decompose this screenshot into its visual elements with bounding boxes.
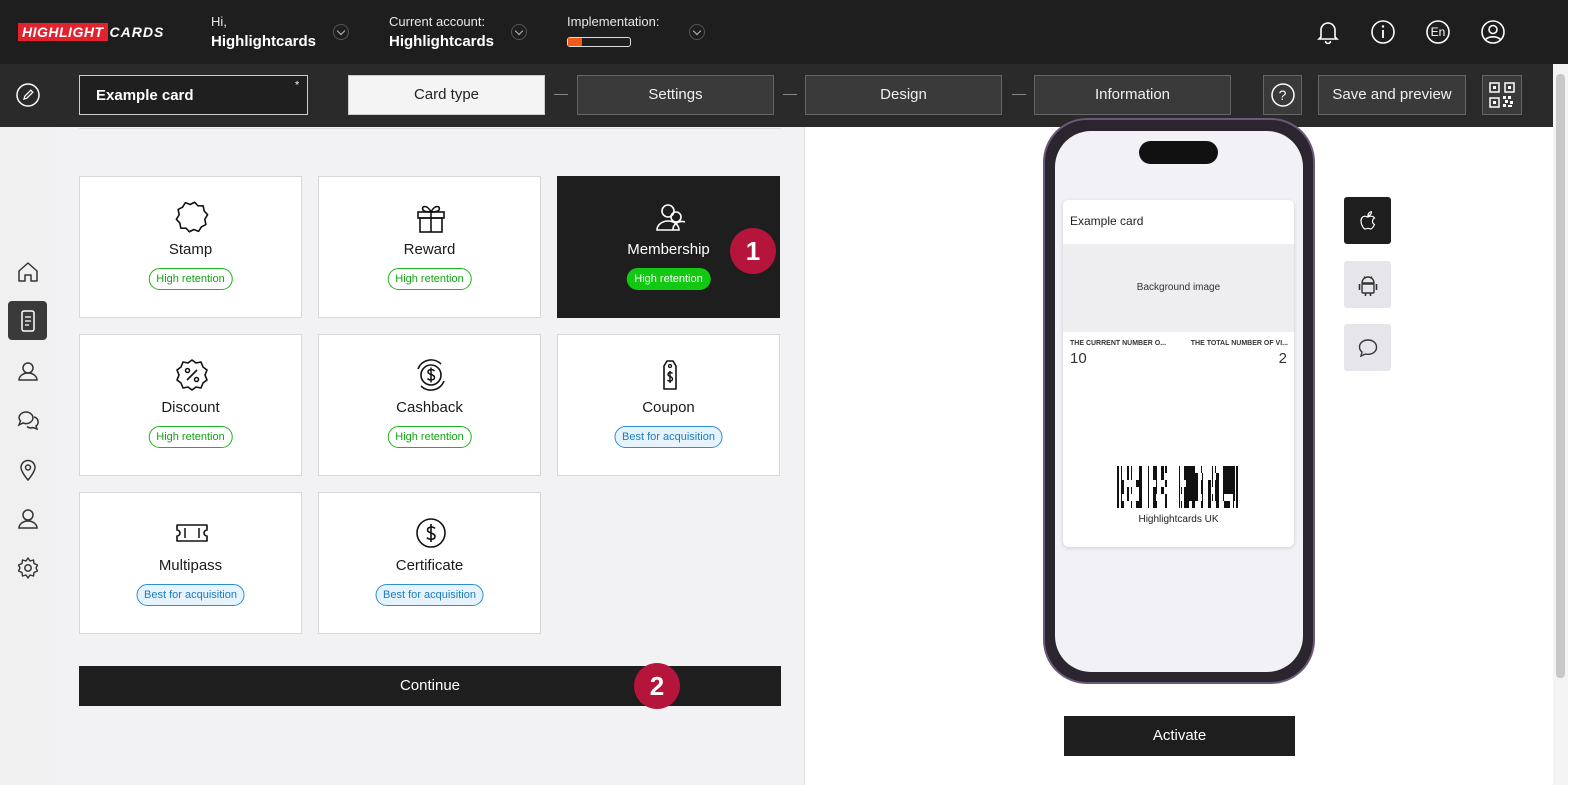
retention-badge: High retention: [387, 426, 472, 448]
card-type-name: Stamp: [168, 241, 213, 258]
help-button[interactable]: ?: [1263, 75, 1302, 115]
ticket-icon: [176, 524, 208, 542]
gift-icon: [417, 205, 445, 233]
retention-badge: High retention: [148, 426, 233, 448]
help-label: ?: [1278, 87, 1287, 103]
settings-icon[interactable]: [8, 548, 47, 587]
implementation-chevron-icon[interactable]: [689, 24, 705, 40]
user-name: Highlightcards: [211, 33, 317, 50]
acquisition-badge: Best for acquisition: [375, 584, 484, 606]
logo[interactable]: HIGHLIGHT CARDS: [18, 22, 164, 42]
required-marker: *: [295, 80, 299, 91]
edit-pencil-icon[interactable]: [16, 83, 40, 107]
android-icon[interactable]: [1344, 261, 1391, 308]
card-type-coupon[interactable]: Coupon Best for acquisition: [557, 334, 780, 476]
account-name: Highlightcards: [389, 33, 495, 50]
home-icon[interactable]: [8, 252, 47, 291]
discount-icon: [176, 359, 208, 391]
card-type-name: Reward: [403, 241, 456, 258]
step-settings[interactable]: Settings: [577, 75, 774, 115]
account-menu-chevron-icon[interactable]: [511, 24, 527, 40]
user-menu[interactable]: Hi, Highlightcards: [211, 14, 316, 50]
chat-icon[interactable]: [8, 400, 47, 439]
pass-field-value: 10: [1070, 350, 1087, 367]
step-card-type[interactable]: Card type: [348, 75, 545, 115]
wallet-pass-preview: Example card Background image THE CURREN…: [1063, 200, 1294, 547]
stamp-icon: [175, 201, 209, 233]
implementation-progress-bar: [567, 37, 631, 47]
bell-icon[interactable]: [1315, 19, 1341, 45]
card-name-value: Example card: [96, 87, 194, 104]
implementation-status[interactable]: Implementation:: [567, 14, 660, 29]
scrollbar-thumb[interactable]: [1556, 74, 1565, 678]
step-design[interactable]: Design: [805, 75, 1002, 115]
card-type-name: Coupon: [642, 399, 695, 416]
divider: [79, 128, 781, 129]
phone-dynamic-island: [1139, 141, 1218, 164]
pass-field-value: 2: [1278, 350, 1287, 367]
card-type-stamp[interactable]: Stamp High retention: [79, 176, 302, 318]
coupon-icon: [663, 360, 677, 390]
card-type-name: Discount: [161, 399, 220, 416]
profile-icon[interactable]: [8, 499, 47, 538]
qr-code-icon: [1489, 82, 1515, 108]
retention-badge: High retention: [387, 268, 472, 290]
retention-badge: High retention: [148, 268, 233, 290]
step-information[interactable]: Information: [1034, 75, 1231, 115]
step-connector: [1012, 94, 1026, 95]
account-menu[interactable]: Current account: Highlightcards: [389, 14, 494, 50]
card-type-reward[interactable]: Reward High retention: [318, 176, 541, 318]
card-type-certificate[interactable]: Certificate Best for acquisition: [318, 492, 541, 634]
cashback-icon: [417, 359, 445, 391]
pass-field-label: THE CURRENT NUMBER O...: [1070, 340, 1167, 347]
card-type-multipass[interactable]: Multipass Best for acquisition: [79, 492, 302, 634]
apple-icon[interactable]: [1344, 197, 1391, 244]
certificate-icon: [416, 518, 446, 548]
qr-code-button[interactable]: [1482, 75, 1522, 115]
membership-icon: [656, 204, 686, 231]
logo-highlight: HIGHLIGHT: [18, 23, 108, 41]
account-icon[interactable]: [1480, 19, 1506, 45]
message-icon[interactable]: [1344, 324, 1391, 371]
logo-cards: CARDS: [109, 24, 165, 40]
step-marker-1: 1: [730, 228, 776, 274]
language-code: En: [1430, 25, 1446, 39]
language-selector[interactable]: En: [1425, 19, 1451, 45]
save-and-preview-button[interactable]: Save and preview: [1318, 75, 1466, 115]
info-icon[interactable]: [1370, 19, 1396, 45]
user-menu-chevron-icon[interactable]: [333, 24, 349, 40]
pass-background-image: Background image: [1063, 244, 1294, 332]
users-icon[interactable]: [8, 351, 47, 390]
card-type-name: Certificate: [395, 557, 464, 574]
card-type-name: Cashback: [396, 399, 463, 416]
greeting-label: Hi,: [211, 14, 227, 29]
step-connector: [554, 94, 568, 95]
card-type-name: Multipass: [158, 557, 223, 574]
progress-fill: [568, 38, 582, 46]
card-name-field[interactable]: Example card *: [79, 75, 308, 115]
implementation-label: Implementation:: [567, 14, 660, 29]
pass-field-label: THE TOTAL NUMBER OF VI...: [1190, 340, 1288, 347]
retention-badge: High retention: [626, 268, 711, 290]
location-icon[interactable]: [8, 450, 47, 489]
barcode-icon: [1117, 466, 1238, 508]
account-label: Current account:: [389, 14, 486, 29]
card-type-cashback[interactable]: Cashback High retention: [318, 334, 541, 476]
activate-button[interactable]: Activate: [1064, 716, 1295, 756]
card-type-discount[interactable]: Discount High retention: [79, 334, 302, 476]
step-connector: [783, 94, 797, 95]
card-icon[interactable]: [8, 301, 47, 340]
barcode-caption: Highlightcards UK: [1138, 514, 1219, 525]
acquisition-badge: Best for acquisition: [614, 426, 723, 448]
acquisition-badge: Best for acquisition: [136, 584, 245, 606]
pass-title: Example card: [1070, 214, 1144, 228]
step-marker-2: 2: [634, 663, 680, 709]
